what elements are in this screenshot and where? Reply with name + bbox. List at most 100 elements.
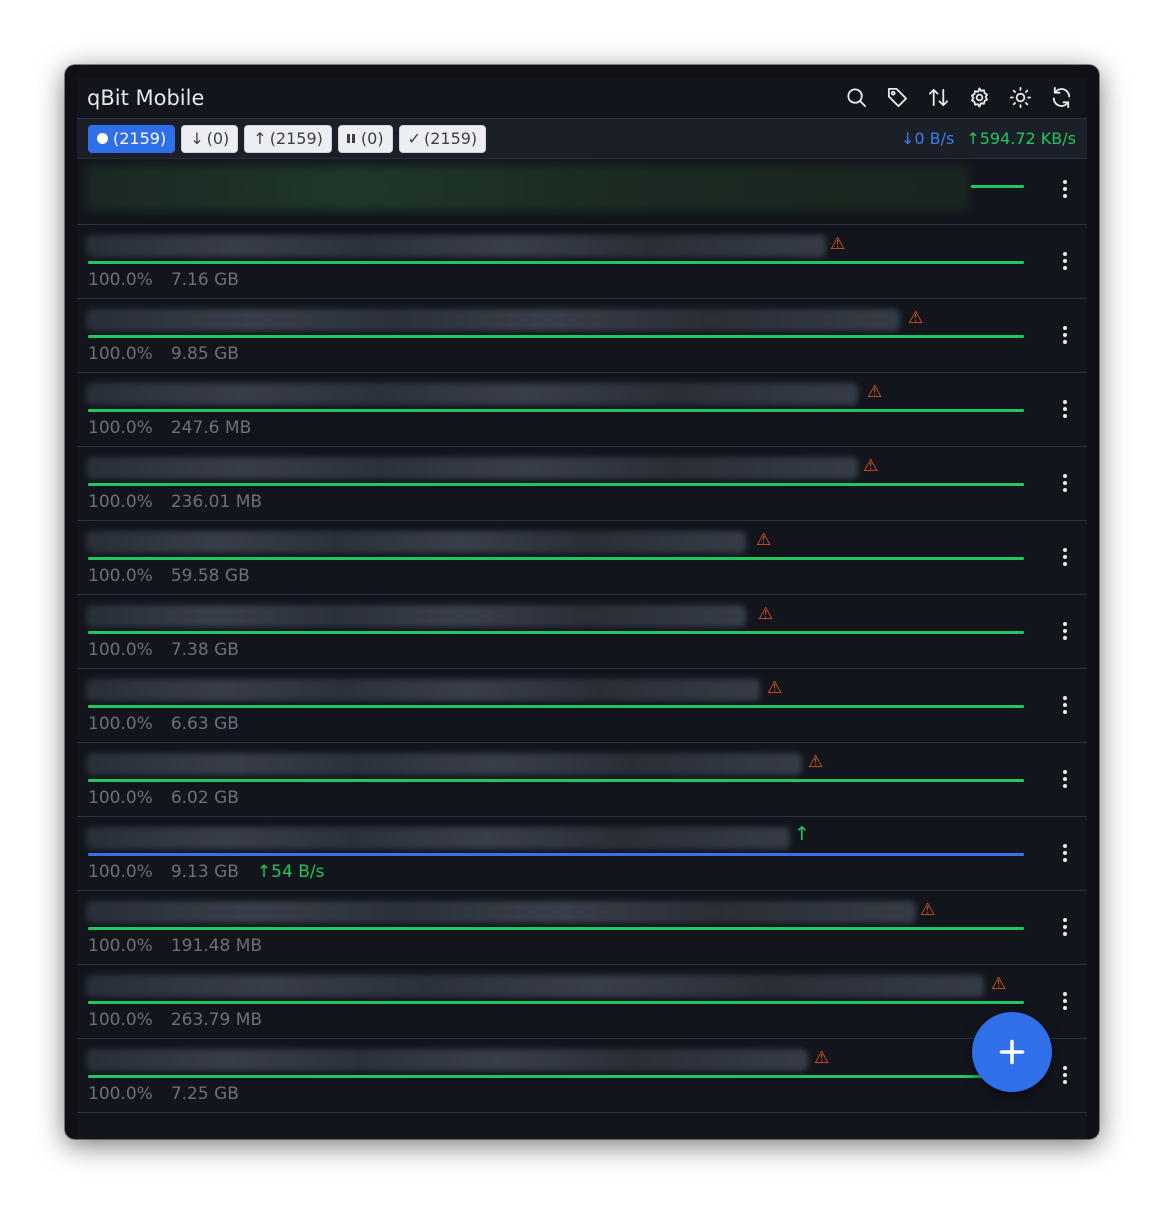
tag-icon	[887, 87, 907, 108]
torrent-menu-button[interactable]	[1055, 765, 1075, 793]
torrent-progress: 100.0%	[88, 1010, 153, 1030]
torrent-menu-button[interactable]	[1055, 395, 1075, 423]
torrent-progress: 100.0%	[88, 714, 153, 734]
torrent-progress: 100.0%	[88, 788, 153, 808]
top-bar: qBit Mobile	[77, 77, 1087, 119]
torrent-size: 9.85 GB	[170, 344, 239, 364]
torrent-meta: 100.0% 7.25 GB	[88, 1084, 239, 1104]
warning-icon: ⚠	[830, 234, 846, 254]
torrent-list: ⚠ 100.0% 7.16 GB ⚠ 100.0% 9.85 GB ⚠ 100.…	[77, 159, 1087, 1113]
torrent-size: 7.25 GB	[170, 1084, 239, 1104]
torrent-row[interactable]: ⚠ 100.0% 6.02 GB	[77, 743, 1087, 817]
torrent-size: 59.58 GB	[170, 566, 250, 586]
download-speed: ↓0 B/s	[900, 129, 955, 148]
progress-bar	[88, 853, 1024, 856]
torrent-name-redacted	[86, 383, 858, 405]
torrent-size: 9.13 GB	[170, 862, 239, 882]
torrent-name-redacted	[86, 165, 970, 211]
torrent-progress: 100.0%	[88, 270, 153, 290]
progress-bar	[88, 779, 1024, 782]
torrent-menu-button[interactable]	[1055, 987, 1075, 1015]
torrent-meta: 100.0% 7.38 GB	[88, 640, 239, 660]
filter-downloading-chip[interactable]: ↓ (0)	[181, 124, 239, 153]
download-arrow-icon: ↓	[900, 129, 915, 148]
torrent-name-redacted	[86, 531, 746, 553]
torrent-row[interactable]: ⚠ 100.0% 59.58 GB	[77, 521, 1087, 595]
torrent-name-redacted	[86, 1049, 808, 1071]
plus-icon	[999, 1039, 1025, 1065]
torrent-meta: 100.0% 9.85 GB	[88, 344, 239, 364]
torrent-menu-button[interactable]	[1055, 469, 1075, 497]
torrent-menu-button[interactable]	[1055, 839, 1075, 867]
progress-bar	[88, 631, 1024, 634]
theme-toggle-button[interactable]	[1004, 82, 1036, 114]
warning-icon: ⚠	[920, 900, 936, 920]
torrent-name-redacted	[86, 605, 746, 627]
torrent-row[interactable]: ⚠ 100.0% 9.85 GB	[77, 299, 1087, 373]
torrent-menu-button[interactable]	[1055, 321, 1075, 349]
torrent-progress: 100.0%	[88, 1084, 153, 1104]
tags-button[interactable]	[881, 82, 913, 114]
torrent-meta: 100.0% 59.58 GB	[88, 566, 250, 586]
filter-seeding-chip[interactable]: ↑ (2159)	[244, 124, 332, 153]
refresh-button[interactable]	[1045, 82, 1077, 114]
torrent-meta: 100.0% 247.6 MB	[88, 418, 251, 438]
search-button[interactable]	[840, 82, 872, 114]
torrent-row[interactable]: ↑ 100.0% 9.13 GB ↑54 B/s	[77, 817, 1087, 891]
torrent-menu-button[interactable]	[1055, 175, 1075, 203]
torrent-menu-button[interactable]	[1055, 247, 1075, 275]
torrent-row[interactable]	[77, 159, 1087, 225]
torrent-name-redacted	[86, 975, 984, 997]
filter-all-chip[interactable]: (2159)	[88, 124, 176, 153]
warning-icon: ⚠	[767, 678, 783, 698]
add-torrent-button[interactable]	[972, 1012, 1052, 1092]
torrent-progress: 100.0%	[88, 640, 153, 660]
filter-completed-chip[interactable]: ✓ (2159)	[398, 124, 487, 153]
warning-icon: ⚠	[991, 974, 1007, 994]
torrent-name-redacted	[86, 827, 790, 849]
filter-completed-count: (2159)	[423, 129, 478, 148]
arrow-down-icon: ↓	[190, 129, 204, 148]
sort-button[interactable]	[922, 82, 954, 114]
torrent-row[interactable]: ⚠ 100.0% 7.25 GB	[77, 1039, 1087, 1113]
filter-all-count: (2159)	[113, 129, 167, 148]
torrent-meta: 100.0% 263.79 MB	[88, 1010, 262, 1030]
torrent-row[interactable]: ⚠ 100.0% 7.16 GB	[77, 225, 1087, 299]
torrent-progress: 100.0%	[88, 418, 153, 438]
torrent-meta: 100.0% 6.63 GB	[88, 714, 239, 734]
torrent-size: 236.01 MB	[170, 492, 263, 512]
warning-icon: ⚠	[867, 382, 883, 402]
progress-bar	[88, 335, 1024, 338]
torrent-menu-button[interactable]	[1055, 913, 1075, 941]
torrent-row[interactable]: ⚠ 100.0% 7.38 GB	[77, 595, 1087, 669]
theme-icon	[1009, 87, 1031, 108]
filter-paused-chip[interactable]: (0)	[337, 124, 393, 153]
torrent-menu-button[interactable]	[1055, 543, 1075, 571]
arrow-up-icon: ↑	[253, 129, 267, 148]
pause-icon	[346, 134, 355, 143]
sort-icon	[928, 88, 948, 107]
torrent-menu-button[interactable]	[1055, 691, 1075, 719]
settings-button[interactable]	[963, 82, 995, 114]
torrent-size: 6.02 GB	[170, 788, 239, 808]
torrent-size: 247.6 MB	[170, 418, 252, 438]
torrent-row[interactable]: ⚠ 100.0% 236.01 MB	[77, 447, 1087, 521]
filter-downloading-count: (0)	[206, 129, 230, 148]
torrent-meta: 100.0% 7.16 GB	[88, 270, 239, 290]
progress-bar	[88, 1075, 1024, 1078]
torrent-size: 191.48 MB	[170, 936, 263, 956]
all-dot-icon	[97, 133, 108, 144]
warning-icon: ⚠	[758, 604, 774, 624]
torrent-menu-button[interactable]	[1055, 1061, 1075, 1089]
torrent-row[interactable]: ⚠ 100.0% 247.6 MB	[77, 373, 1087, 447]
filter-chips: (2159) ↓ (0) ↑ (2159) (0) ✓ (2159)	[88, 124, 901, 153]
app-title: qBit Mobile	[87, 85, 205, 110]
torrent-row[interactable]: ⚠ 100.0% 6.63 GB	[77, 669, 1087, 743]
torrent-name-redacted	[86, 679, 760, 701]
torrent-menu-button[interactable]	[1055, 617, 1075, 645]
torrent-row[interactable]: ⚠ 100.0% 263.79 MB	[77, 965, 1087, 1039]
torrent-row[interactable]: ⚠ 100.0% 191.48 MB	[77, 891, 1087, 965]
torrent-progress: 100.0%	[88, 566, 153, 586]
settings-icon	[970, 87, 988, 108]
torrent-meta: 100.0% 9.13 GB ↑54 B/s	[88, 862, 324, 882]
